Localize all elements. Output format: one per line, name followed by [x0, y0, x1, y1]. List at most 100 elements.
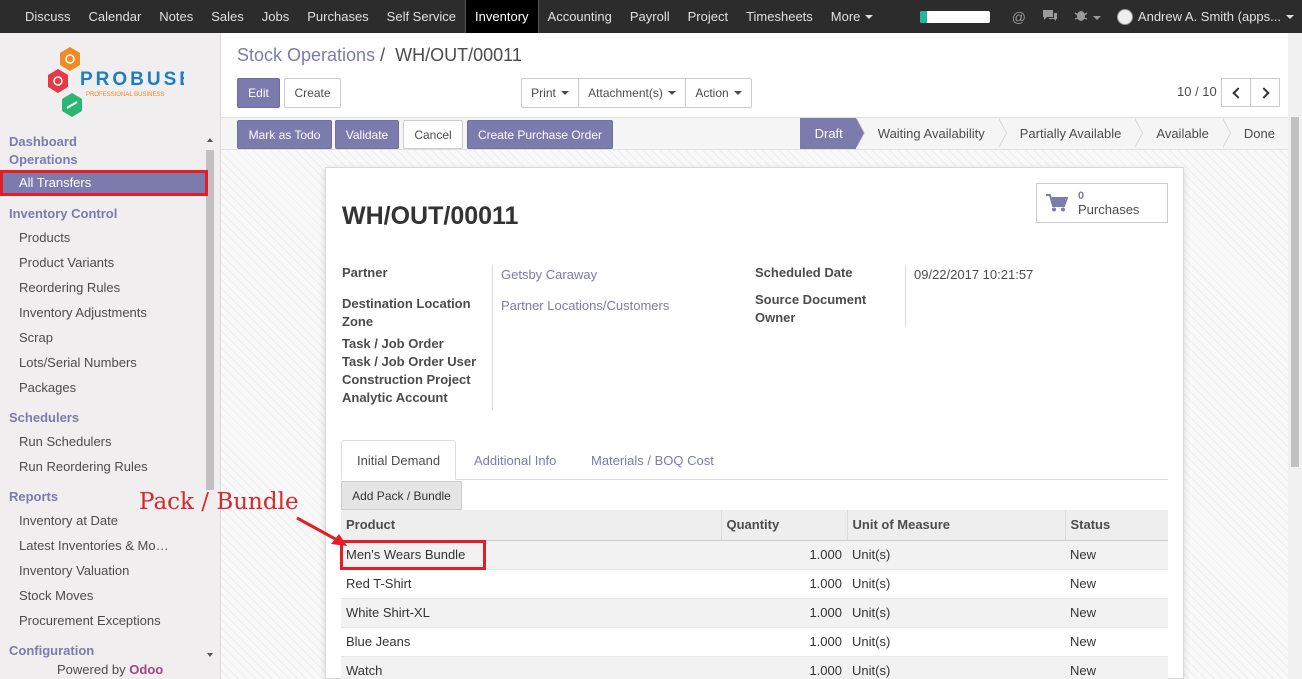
- create-button[interactable]: Create: [284, 78, 341, 108]
- menu-sales[interactable]: Sales: [202, 0, 253, 33]
- scrollbar-thumb[interactable]: [206, 150, 214, 490]
- edit-button[interactable]: Edit: [237, 78, 280, 108]
- sidebar-item-all-transfers[interactable]: All Transfers: [0, 170, 208, 196]
- cancel-button[interactable]: Cancel: [403, 120, 463, 149]
- scroll-up-icon[interactable]: [207, 138, 213, 142]
- table-row[interactable]: Blue Jeans 1.000 Unit(s) New: [341, 626, 1168, 656]
- scrollbar-thumb[interactable]: [1291, 117, 1299, 467]
- table-row[interactable]: White Shirt-XL 1.000 Unit(s) New: [341, 597, 1168, 627]
- chat-icon[interactable]: [1042, 9, 1058, 25]
- print-dropdown[interactable]: Print: [521, 78, 579, 108]
- column-status[interactable]: Status: [1065, 510, 1168, 541]
- status-step-draft[interactable]: Draft: [799, 118, 865, 149]
- status-step-waiting-availability[interactable]: Waiting Availability: [855, 118, 1007, 149]
- purchases-smart-button[interactable]: 0 Purchases: [1036, 183, 1168, 223]
- breadcrumb-parent[interactable]: Stock Operations: [237, 45, 375, 65]
- sidebar-item-latest-inventories-mo[interactable]: Latest Inventories & Mo…: [19, 538, 169, 553]
- pager-next-button[interactable]: [1250, 78, 1280, 107]
- attachments-dropdown[interactable]: Attachment(s): [578, 78, 686, 108]
- destination-location-value[interactable]: Partner Locations/Customers: [501, 298, 669, 313]
- sidebar-section-configuration[interactable]: Configuration: [9, 643, 94, 658]
- label-source-document: Source Document: [755, 292, 867, 307]
- progress-bar: [919, 10, 990, 23]
- sidebar-section-dashboard[interactable]: Dashboard: [9, 134, 77, 149]
- create-purchase-order-button[interactable]: Create Purchase Order: [467, 120, 613, 149]
- sidebar-item-product-variants[interactable]: Product Variants: [19, 255, 114, 270]
- pager-value[interactable]: 10 / 10: [1177, 84, 1217, 99]
- main-scrollbar[interactable]: [1288, 33, 1302, 679]
- menu-label: Notes: [159, 9, 194, 24]
- menu-more[interactable]: More: [822, 0, 883, 33]
- top-navbar: Discuss Calendar Notes Sales Jobs Purchases Se…: [0, 0, 1302, 33]
- menu-calendar[interactable]: Calendar: [80, 0, 151, 33]
- menu-payroll[interactable]: Payroll: [621, 0, 679, 33]
- scheduled-date-value: 09/22/2017 10:21:57: [914, 267, 1034, 282]
- tab-initial-demand[interactable]: Initial Demand: [341, 440, 457, 480]
- sidebar-section-operations[interactable]: Operations: [9, 152, 78, 167]
- bug-icon[interactable]: [1074, 8, 1101, 25]
- sidebar-item-lots-serial-numbers[interactable]: Lots/Serial Numbers: [19, 355, 137, 370]
- column-product[interactable]: Product: [341, 510, 722, 541]
- breadcrumb-separator: /: [380, 45, 386, 65]
- menu-project[interactable]: Project: [679, 0, 737, 33]
- sidebar-section-inventory-control[interactable]: Inventory Control: [9, 206, 117, 221]
- validate-button[interactable]: Validate: [335, 120, 399, 149]
- user-menu[interactable]: Andrew A. Smith (apps...: [1116, 8, 1294, 25]
- menu-label: Self Service: [386, 9, 457, 24]
- menu-accounting[interactable]: Accounting: [539, 0, 621, 33]
- at-icon[interactable]: @: [1012, 9, 1026, 25]
- menu-label: Discuss: [25, 9, 71, 24]
- table-row[interactable]: Red T-Shirt 1.000 Unit(s) New: [341, 568, 1168, 598]
- menu-discuss[interactable]: Discuss: [16, 0, 80, 33]
- chevron-down-icon: [865, 14, 874, 19]
- sidebar-item-stock-moves[interactable]: Stock Moves: [19, 588, 93, 603]
- sidebar-item-products[interactable]: Products: [19, 230, 70, 245]
- scroll-down-icon[interactable]: [207, 653, 213, 657]
- chevron-down-icon: [560, 91, 569, 95]
- column-unit-of-measure[interactable]: Unit of Measure: [847, 510, 1066, 541]
- partner-value[interactable]: Getsby Caraway: [501, 267, 597, 282]
- breadcrumb-current: WH/OUT/00011: [395, 45, 522, 65]
- menu-jobs[interactable]: Jobs: [253, 0, 298, 33]
- step-arrow: [855, 118, 864, 148]
- column-quantity[interactable]: Quantity: [721, 510, 848, 541]
- tab-additional-info[interactable]: Additional Info: [459, 440, 571, 480]
- chevron-down-icon: [667, 91, 676, 95]
- menu-notes[interactable]: Notes: [150, 0, 202, 33]
- odoo-link[interactable]: Odoo: [129, 662, 163, 677]
- add-pack-bundle-button[interactable]: Add Pack / Bundle: [341, 481, 462, 510]
- status-step-label: Draft: [814, 126, 843, 141]
- status-step-available[interactable]: Available: [1134, 118, 1231, 149]
- table-row[interactable]: Watch 1.000 Unit(s) New: [341, 655, 1168, 679]
- sidebar-item-procurement-exceptions[interactable]: Procurement Exceptions: [19, 613, 161, 628]
- annotation-label: Pack / Bundle: [139, 489, 299, 515]
- sidebar-item-inventory-valuation[interactable]: Inventory Valuation: [19, 563, 129, 578]
- sidebar-item-reordering-rules[interactable]: Reordering Rules: [19, 280, 120, 295]
- menu-self-service[interactable]: Self Service: [378, 0, 465, 33]
- cell-status: New: [1065, 568, 1168, 598]
- sidebar-item-run-reordering-rules[interactable]: Run Reordering Rules: [19, 459, 148, 474]
- probuse-logo: PROBUSE PROFESSIONAL BUSINESS: [48, 47, 184, 117]
- mark-as-todo-button[interactable]: Mark as Todo: [237, 120, 332, 149]
- status-step-partially-available[interactable]: Partially Available: [997, 118, 1144, 149]
- action-dropdown[interactable]: Action: [685, 78, 752, 108]
- sidebar-item-packages[interactable]: Packages: [19, 380, 76, 395]
- tab-materials-boq-cost[interactable]: Materials / BOQ Cost: [576, 440, 729, 480]
- sidebar-scrollbar[interactable]: [205, 136, 215, 679]
- menu-timesheets[interactable]: Timesheets: [737, 0, 822, 33]
- menu-label: Jobs: [261, 9, 290, 24]
- sidebar-item-inventory-adjustments[interactable]: Inventory Adjustments: [19, 305, 147, 320]
- sidebar-section-reports[interactable]: Reports: [9, 489, 58, 504]
- sidebar-item-inventory-at-date[interactable]: Inventory at Date: [19, 513, 118, 528]
- purchases-label: Purchases: [1078, 201, 1140, 217]
- sidebar-item-run-schedulers[interactable]: Run Schedulers: [19, 434, 112, 449]
- menu-label: Calendar: [88, 9, 142, 24]
- menu-purchases[interactable]: Purchases: [298, 0, 377, 33]
- sidebar-section-schedulers[interactable]: Schedulers: [9, 410, 79, 425]
- powered-by: Powered by Odoo: [57, 662, 163, 677]
- sidebar-item-scrap[interactable]: Scrap: [19, 330, 53, 345]
- status-step-done[interactable]: Done: [1221, 118, 1288, 149]
- field-separator: [492, 265, 493, 410]
- menu-inventory[interactable]: Inventory: [465, 0, 539, 33]
- pager-previous-button[interactable]: [1221, 78, 1251, 107]
